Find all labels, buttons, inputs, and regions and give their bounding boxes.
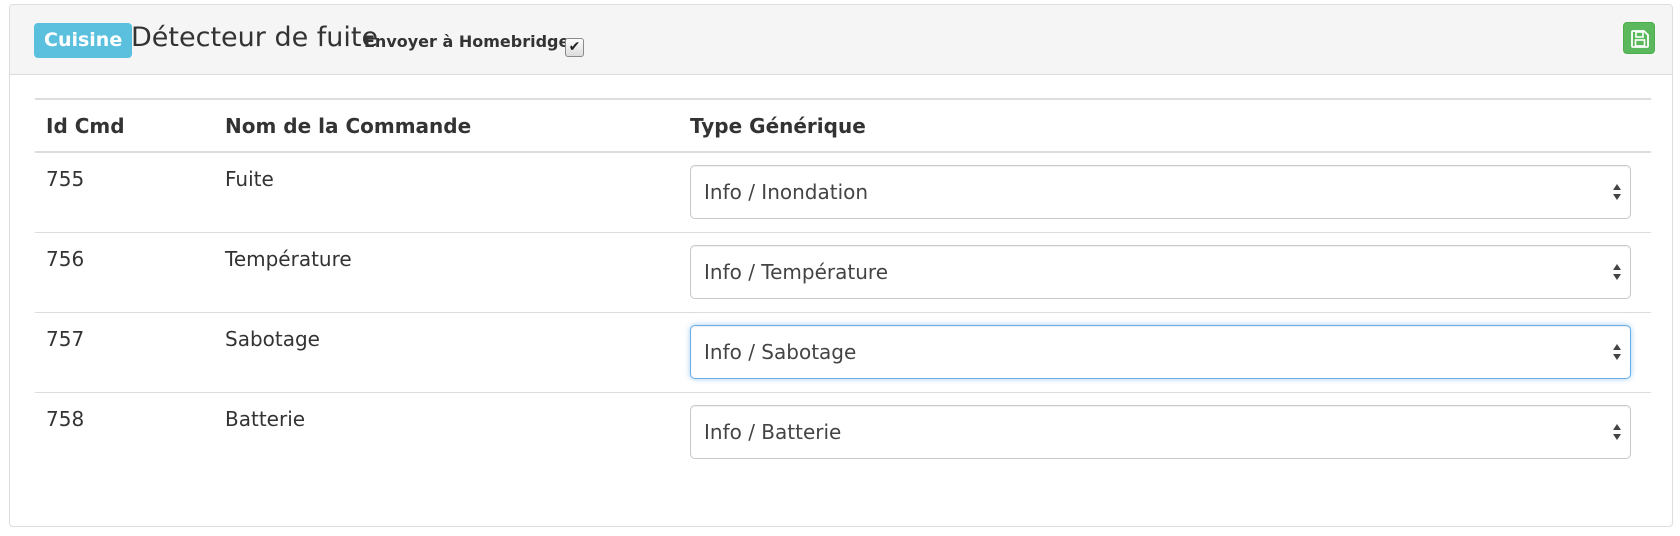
cmd-name-cell: Fuite (214, 152, 679, 233)
table-row: 756 Température Info / Température (35, 232, 1651, 313)
cmd-id-cell: 758 (46, 406, 85, 431)
generic-type-value: Info / Température (704, 259, 888, 284)
device-title: Détecteur de fuite (131, 22, 379, 53)
select-arrows-icon (1613, 423, 1621, 440)
table-header-row: Id Cmd Nom de la Commande Type Générique (35, 98, 1651, 153)
homebridge-checkbox[interactable]: ✔ (565, 38, 584, 57)
cmd-id-cell: 756 (35, 232, 214, 313)
generic-type-select[interactable]: Info / Température (690, 244, 1631, 299)
generic-type-select[interactable]: Info / Batterie (690, 404, 1631, 459)
commands-table: Id Cmd Nom de la Commande Type Générique… (35, 98, 1651, 472)
panel-header: Cuisine Détecteur de fuite Envoyer à Hom… (10, 5, 1672, 75)
table-row: 757 Sabotage Info / Sabotage (35, 312, 1651, 393)
cmd-type-cell: Info / Inondation (679, 152, 1651, 233)
cmd-type-cell: Info / Température (679, 232, 1651, 313)
generic-type-value: Info / Sabotage (704, 339, 857, 364)
cmd-type-cell: Info / Batterie (679, 392, 1651, 472)
table-row: 758 Batterie Info / Batterie (35, 392, 1651, 472)
room-badge: Cuisine (34, 23, 133, 58)
equipment-panel: Cuisine Détecteur de fuite Envoyer à Hom… (9, 4, 1673, 527)
generic-type-value: Info / Batterie (704, 419, 842, 444)
generic-type-select[interactable]: Info / Inondation (690, 165, 1631, 219)
cmd-name-cell: Température (214, 232, 679, 313)
column-header-id: Id Cmd (35, 98, 214, 153)
cmd-type-cell: Info / Sabotage (679, 312, 1651, 393)
select-arrows-icon (1613, 184, 1621, 200)
cmd-id-cell: 755 (35, 152, 214, 233)
homebridge-label: Envoyer à Homebridge (364, 32, 570, 51)
table-row: 755 Fuite Info / Inondation (35, 152, 1651, 233)
floppy-disk-icon (1631, 30, 1649, 48)
column-header-name: Nom de la Commande (214, 98, 679, 153)
cmd-name-cell: Batterie (225, 406, 306, 431)
generic-type-value: Info / Inondation (704, 180, 869, 204)
cmd-name-cell: Sabotage (214, 312, 679, 393)
select-arrows-icon (1613, 263, 1621, 280)
column-header-type: Type Générique (679, 98, 1651, 153)
select-arrows-icon (1613, 343, 1621, 360)
cmd-id-cell: 757 (35, 312, 214, 393)
generic-type-select[interactable]: Info / Sabotage (690, 324, 1631, 379)
save-button[interactable] (1623, 22, 1655, 54)
